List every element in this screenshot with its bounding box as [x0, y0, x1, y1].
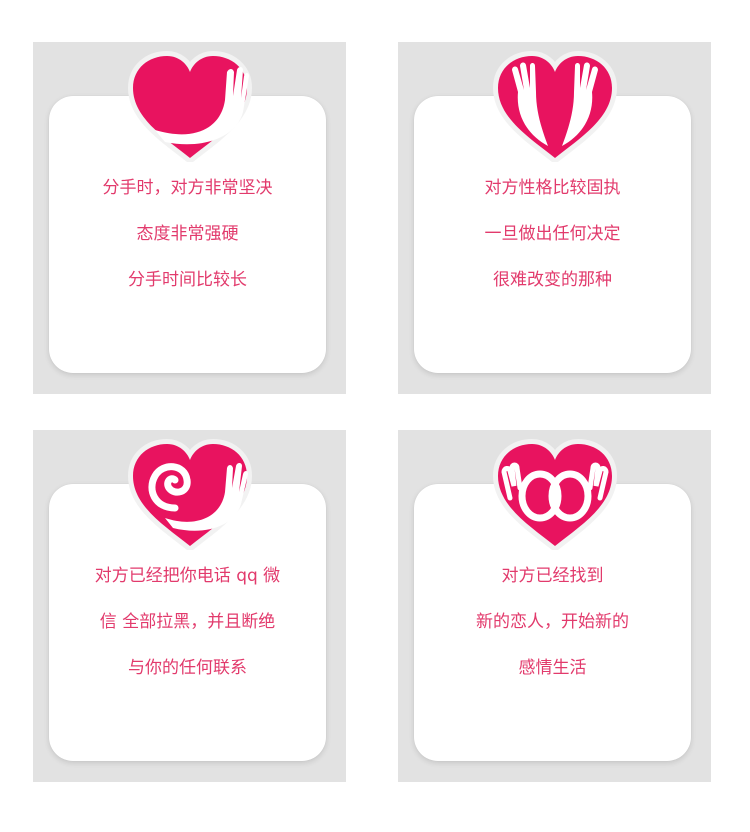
heart-linked-hands-icon: [493, 439, 617, 550]
card-text-line: 信 全部拉黑，并且断绝: [99, 612, 276, 632]
card-text-line: 对方性格比较固执: [484, 178, 621, 198]
card-tile-3[interactable]: 对方已经把你电话 qq 微 信 全部拉黑，并且断绝 与你的任何联系: [33, 430, 346, 782]
card-text-line: 新的恋人，开始新的: [476, 612, 629, 632]
card-text-line: 感情生活: [518, 658, 587, 678]
card-text-line: 态度非常强硬: [136, 224, 239, 244]
heart-spiral-icon: [128, 439, 252, 550]
card-text-line: 分手时，对方非常坚决: [102, 178, 273, 198]
card-text-line: 一旦做出任何决定: [484, 224, 621, 244]
card-text-line: 很难改变的那种: [493, 270, 612, 290]
card-text-line: 分手时间比较长: [128, 270, 247, 290]
heart-hand-icon: [128, 51, 252, 162]
card-tile-4[interactable]: 对方已经找到 新的恋人，开始新的 感情生活: [398, 430, 711, 782]
card-tile-1[interactable]: 分手时，对方非常坚决 态度非常强硬 分手时间比较长: [33, 42, 346, 394]
card-text-line: 对方已经找到: [501, 566, 604, 586]
card-text-line: 与你的任何联系: [128, 658, 247, 678]
card-text-line: 对方已经把你电话 qq 微: [94, 566, 281, 586]
heart-two-hands-icon: [493, 51, 617, 162]
card-tile-2[interactable]: 对方性格比较固执 一旦做出任何决定 很难改变的那种: [398, 42, 711, 394]
